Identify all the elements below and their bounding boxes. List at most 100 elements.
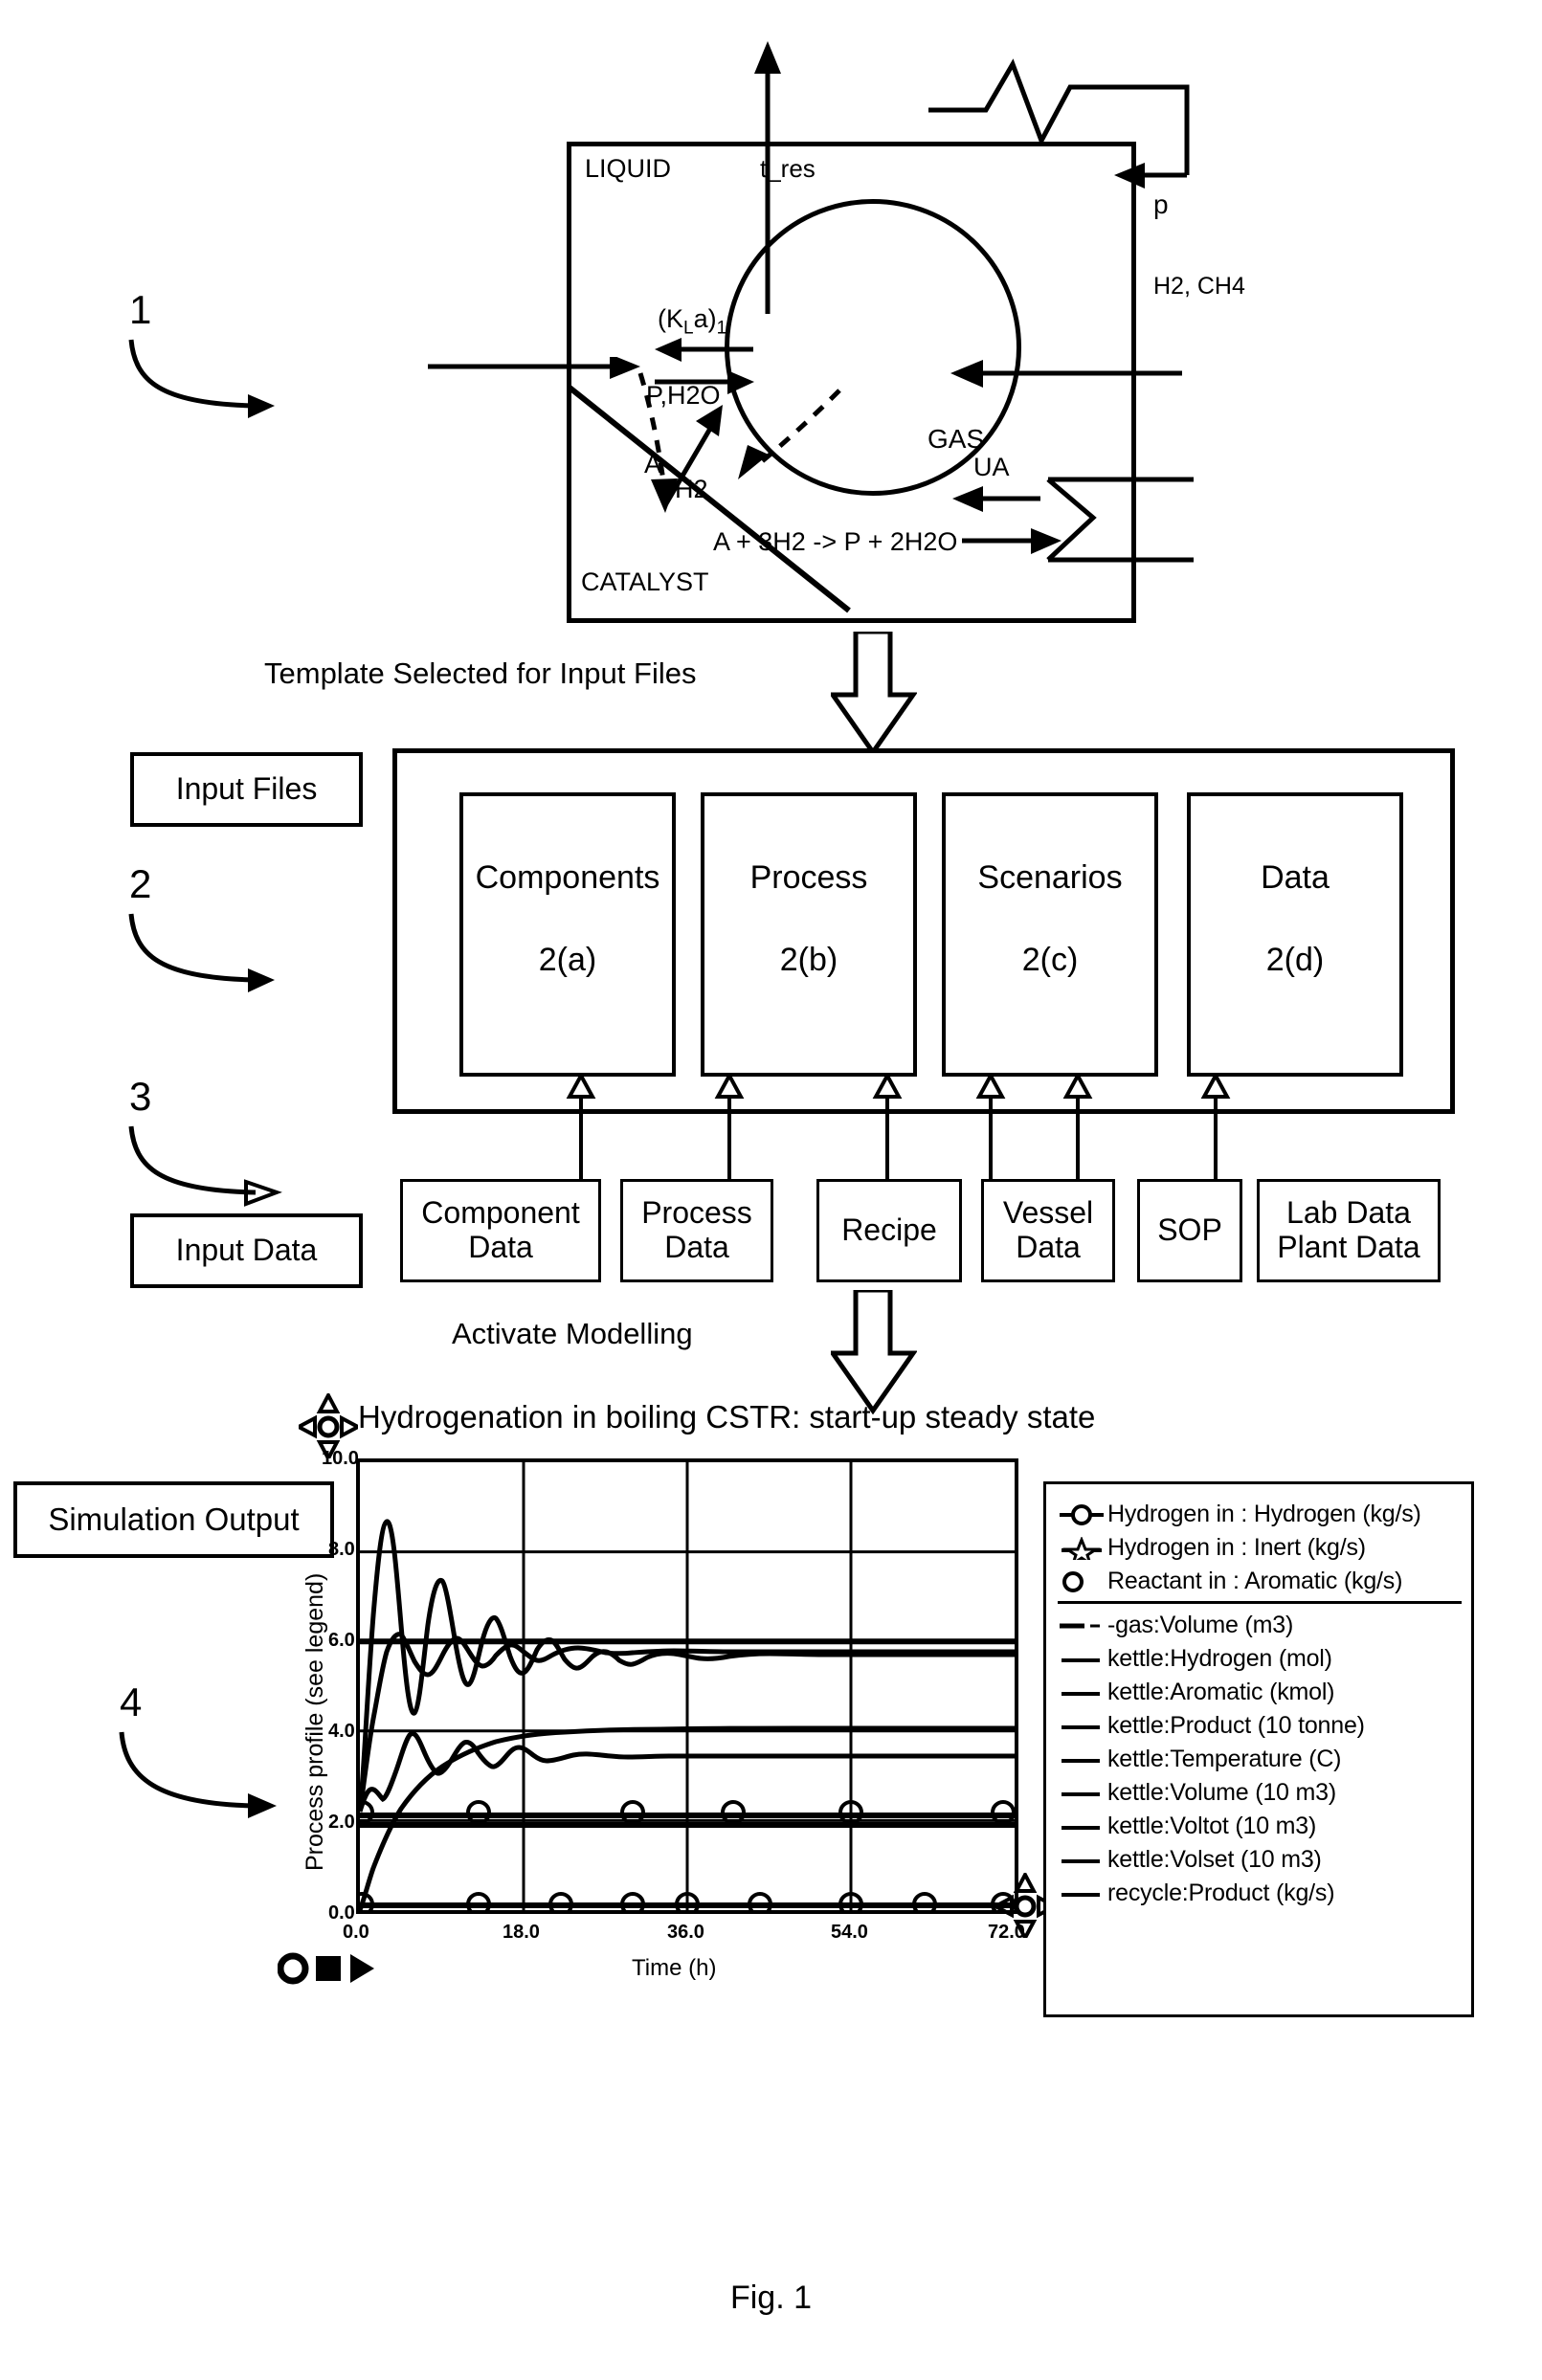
input-file-ref: 2(b) (779, 942, 838, 978)
input-file-ref: 2(c) (1021, 942, 1079, 978)
x-tick-18: 18.0 (503, 1922, 540, 1943)
line-dash-icon (1058, 1614, 1107, 1637)
reactor-catalyst-label: CATALYST (581, 567, 709, 596)
input-data-box-lab-plant-data[interactable]: Lab Data Plant Data (1257, 1179, 1441, 1282)
pressure-label: p (1153, 189, 1169, 219)
callout-1-arrow (128, 339, 275, 418)
input-file-box-scenarios[interactable]: Scenarios 2(c) (942, 792, 1158, 1077)
input-file-title: Data (1261, 859, 1330, 897)
activate-modelling-label: Activate Modelling (452, 1317, 693, 1350)
star-icon (1058, 1535, 1107, 1568)
template-selected-label: Template Selected for Input Files (264, 656, 697, 690)
circle-open-icon (1058, 1570, 1107, 1593)
legend-label: Hydrogen in : Hydrogen (kg/s) (1107, 1501, 1421, 1527)
input-file-title: Scenarios (977, 859, 1123, 897)
y-tick-10: 10.0 (322, 1448, 359, 1469)
gas-in-label: H2, CH4 (1153, 273, 1245, 300)
legend-label: kettle:Product (10 tonne) (1107, 1712, 1365, 1739)
line-icon (1058, 1815, 1107, 1838)
x-tick-0: 0.0 (343, 1922, 369, 1943)
y-tick-6: 6.0 (328, 1630, 355, 1651)
legend-label: -gas:Volume (m3) (1107, 1612, 1294, 1638)
species-h2-label: H2 (675, 475, 708, 503)
line-icon (1058, 1748, 1107, 1771)
input-data-box-recipe[interactable]: Recipe (816, 1179, 962, 1282)
input-data-box-component-data[interactable]: Component Data (400, 1179, 601, 1282)
circle-cross-icon (1058, 1503, 1107, 1526)
activate-down-arrow (831, 1290, 917, 1414)
template-down-arrow (831, 632, 917, 756)
line-icon (1058, 1681, 1107, 1704)
heat-exchanger-symbol (952, 477, 1194, 563)
legend-item[interactable]: kettle:Aromatic (kmol) (1058, 1676, 1462, 1709)
callout-4: 4 (119, 1679, 294, 1833)
reactor-diagram: LIQUID GAS CATALYST t_res (KLa)1 P,H2O A… (428, 41, 1194, 623)
line-icon (1058, 1648, 1107, 1671)
legend-item[interactable]: Hydrogen in : Hydrogen (kg/s) (1058, 1498, 1462, 1531)
callout-3-arrow (128, 1125, 282, 1207)
x-tick-36: 36.0 (667, 1922, 704, 1943)
callout-4-arrow (119, 1731, 277, 1818)
y-tick-2: 2.0 (328, 1812, 355, 1833)
callout-2-arrow (128, 913, 275, 992)
product-label: P,H2O (646, 381, 721, 410)
kla-label: (KLa)1 (658, 304, 727, 339)
chart-svg (360, 1462, 1015, 1910)
legend-item[interactable]: -gas:Volume (m3) (1058, 1609, 1462, 1642)
input-data-box-vessel-data[interactable]: Vessel Data (981, 1179, 1115, 1282)
line-icon (1058, 1782, 1107, 1805)
legend-item[interactable]: Hydrogen in : Inert (kg/s) (1058, 1531, 1462, 1568)
chart-plot-area (356, 1458, 1018, 1914)
line-icon (1058, 1715, 1107, 1738)
input-file-box-process[interactable]: Process 2(b) (701, 792, 917, 1077)
tag-simulation-output: Simulation Output (13, 1481, 334, 1558)
t-res-label: t_res (760, 154, 816, 183)
input-file-title: Process (749, 859, 868, 897)
legend-label: kettle:Temperature (C) (1107, 1746, 1342, 1772)
input-file-title: Components (475, 859, 660, 897)
legend-item[interactable]: kettle:Volset (10 m3) (1058, 1843, 1462, 1877)
chart-y-axis-label: Process profile (see legend) (302, 1572, 328, 1871)
legend-label: kettle:Hydrogen (mol) (1107, 1645, 1332, 1672)
input-data-box-process-data[interactable]: Process Data (620, 1179, 773, 1282)
legend-label: kettle:Volset (10 m3) (1107, 1846, 1322, 1873)
line-icon (1058, 1882, 1107, 1905)
legend-separator (1058, 1601, 1462, 1604)
tag-input-files: Input Files (130, 752, 363, 827)
input-data-box-sop[interactable]: SOP (1137, 1179, 1242, 1282)
legend-label: Hydrogen in : Inert (kg/s) (1107, 1534, 1366, 1561)
input-file-ref: 2(a) (538, 942, 597, 978)
legend-item[interactable]: kettle:Temperature (C) (1058, 1743, 1462, 1776)
tag-input-data: Input Data (130, 1213, 363, 1288)
y-tick-8: 8.0 (328, 1539, 355, 1560)
legend-label: kettle:Aromatic (kmol) (1107, 1679, 1335, 1705)
chart-legend: Hydrogen in : Hydrogen (kg/s) Hydrogen i… (1043, 1481, 1474, 2017)
legend-label: kettle:Voltot (10 m3) (1107, 1813, 1317, 1839)
callout-3: 3 (128, 1074, 294, 1217)
legend-label: Reactant in : Aromatic (kg/s) (1107, 1568, 1403, 1594)
legend-item[interactable]: kettle:Hydrogen (mol) (1058, 1642, 1462, 1676)
pressure-recycle-loop (928, 58, 1190, 189)
chart-title: Hydrogenation in boiling CSTR: start-up … (358, 1399, 1096, 1435)
legend-group-markers: Hydrogen in : Hydrogen (kg/s) Hydrogen i… (1058, 1498, 1462, 1598)
callout-2: 2 (128, 861, 294, 1005)
a-feed-arrow (428, 357, 640, 379)
line-icon (1058, 1849, 1107, 1872)
species-a-label: A (644, 450, 662, 478)
legend-group-lines: -gas:Volume (m3) kettle:Hydrogen (mol) k… (1058, 1609, 1462, 1910)
legend-item[interactable]: recycle:Product (kg/s) (1058, 1877, 1462, 1910)
legend-item[interactable]: kettle:Volume (10 m3) (1058, 1776, 1462, 1810)
input-file-ref: 2(d) (1265, 942, 1325, 978)
legend-label: kettle:Volume (10 m3) (1107, 1779, 1336, 1806)
callout-1: 1 (128, 287, 294, 431)
gas-in-arrow (950, 360, 1182, 388)
chart-x-axis-label: Time (h) (632, 1955, 717, 1981)
input-file-box-data[interactable]: Data 2(d) (1187, 792, 1403, 1077)
legend-item[interactable]: kettle:Product (10 tonne) (1058, 1709, 1462, 1743)
legend-item[interactable]: Reactant in : Aromatic (kg/s) (1058, 1565, 1462, 1598)
figure-caption: Fig. 1 (729, 2280, 813, 2316)
circle-square-play-icon[interactable] (278, 1947, 381, 1990)
legend-item[interactable]: kettle:Voltot (10 m3) (1058, 1810, 1462, 1843)
x-tick-54: 54.0 (831, 1922, 868, 1943)
input-file-box-components[interactable]: Components 2(a) (459, 792, 676, 1077)
